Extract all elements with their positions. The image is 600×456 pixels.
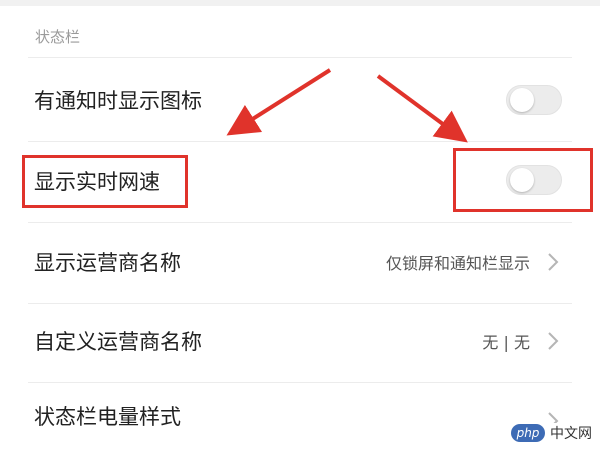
arrow-to-toggle: [376, 74, 468, 143]
arrow-to-label: [226, 68, 332, 136]
watermark-site: 中文网: [548, 423, 594, 443]
annotation-arrows: [226, 68, 468, 143]
php-logo: php: [511, 424, 545, 442]
watermark: php 中文网: [511, 423, 594, 443]
